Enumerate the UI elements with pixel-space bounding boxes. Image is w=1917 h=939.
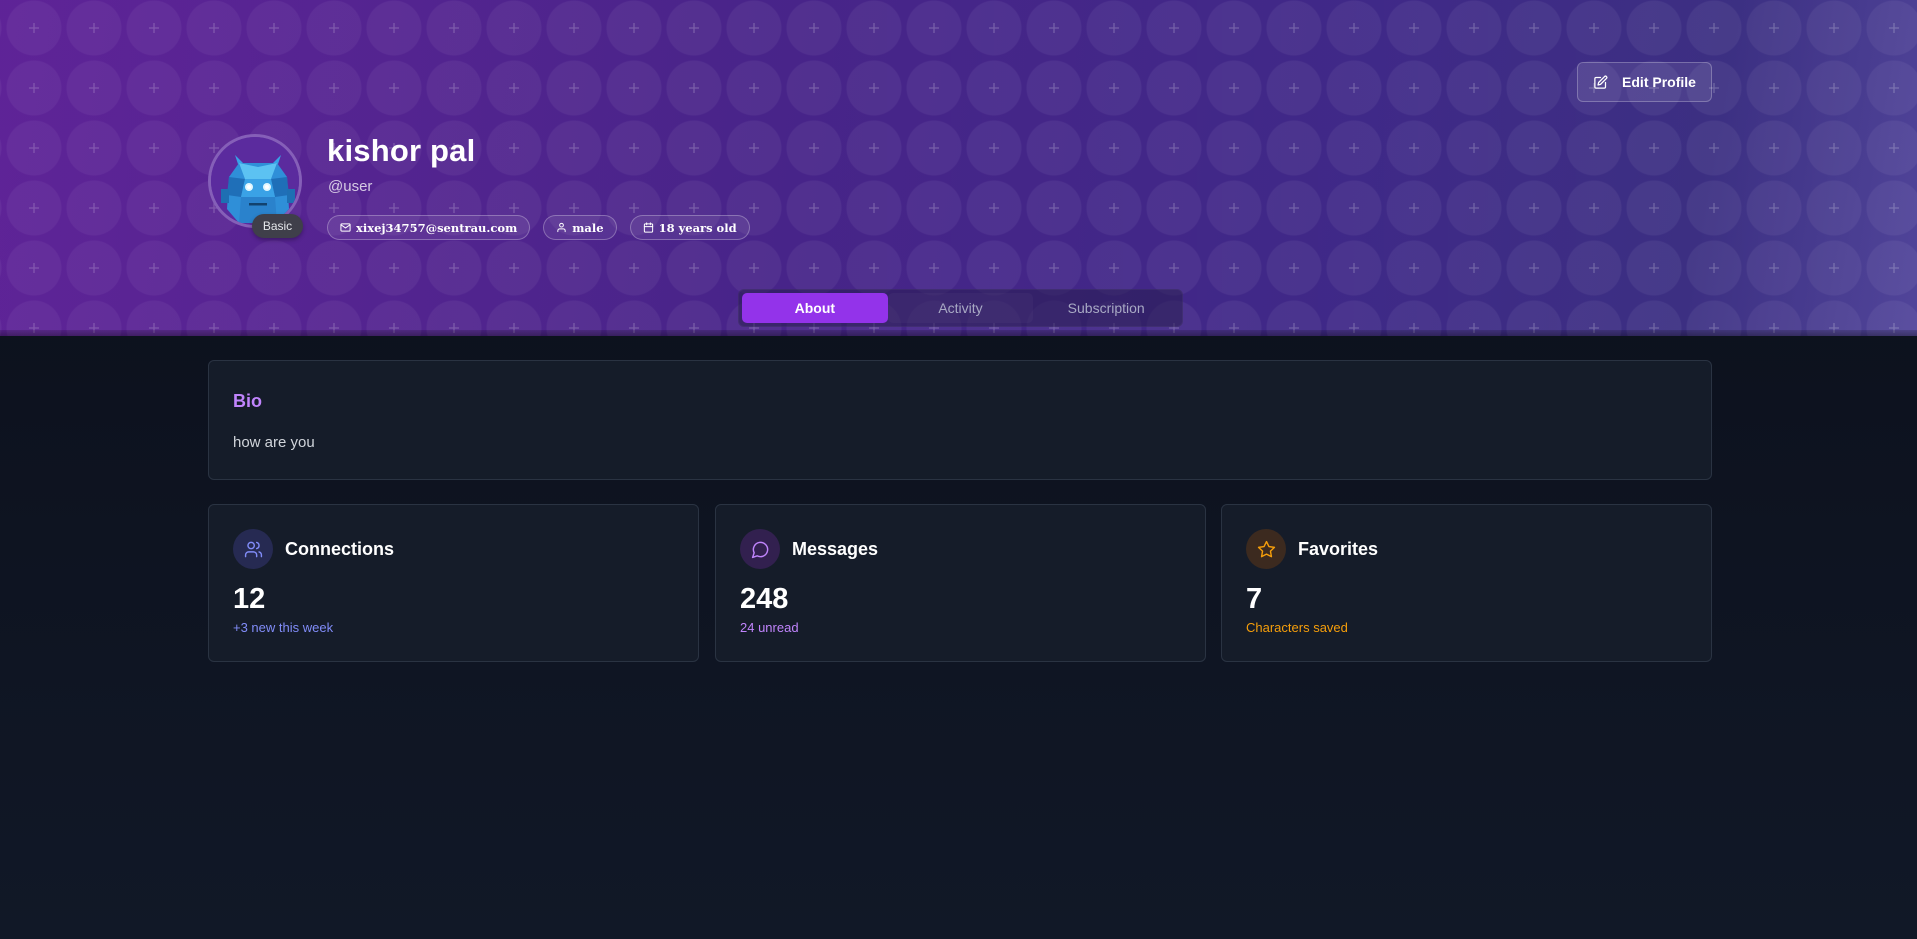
calendar-icon	[643, 222, 653, 233]
banner-edge	[0, 330, 1917, 336]
stat-label: Connections	[285, 539, 395, 559]
stat-subtext: +3 new this week	[233, 620, 334, 635]
user-icon	[557, 222, 566, 233]
gender-chip: male	[543, 215, 617, 240]
bio-text: how are you	[233, 434, 315, 451]
profile-handle: @user	[328, 178, 373, 195]
stat-subtext: 24 unread	[740, 620, 799, 635]
plan-badge: Basic	[252, 214, 303, 238]
mail-icon	[340, 223, 351, 232]
edit-icon	[1594, 75, 1608, 89]
stat-card-messages: Messages 248 24 unread	[715, 504, 1206, 662]
users-icon	[233, 529, 273, 569]
stat-subtext: Characters saved	[1246, 620, 1348, 635]
bio-title: Bio	[233, 391, 262, 411]
stat-label: Favorites	[1298, 539, 1379, 559]
profile-tabs: About Activity Subscription	[738, 289, 1183, 327]
profile-info-chips: xixej34757@sentrau.com male 18 years old	[327, 215, 750, 240]
tab-activity[interactable]: Activity	[888, 293, 1034, 323]
tab-about[interactable]: About	[742, 293, 888, 323]
email-value: xixej34757@sentrau.com	[356, 220, 518, 235]
edit-profile-button[interactable]: Edit Profile	[1577, 62, 1712, 102]
profile-name: kishor pal	[327, 133, 476, 168]
age-chip: 18 years old	[629, 215, 750, 240]
stat-card-favorites: Favorites 7 Characters saved	[1221, 504, 1712, 662]
stat-label: Messages	[792, 539, 879, 559]
stat-value: 7	[1246, 583, 1263, 615]
tab-subscription[interactable]: Subscription	[1033, 293, 1179, 323]
edit-profile-label: Edit Profile	[1622, 74, 1696, 90]
message-circle-icon	[740, 529, 780, 569]
age-value: 18 years old	[658, 220, 737, 235]
stat-value: 12	[233, 583, 266, 615]
stat-card-connections: Connections 12 +3 new this week	[208, 504, 699, 662]
gender-value: male	[572, 220, 604, 235]
bio-card: Bio how are you	[208, 360, 1712, 480]
email-chip: xixej34757@sentrau.com	[327, 215, 531, 240]
stat-value: 248	[740, 583, 789, 615]
star-icon	[1246, 529, 1286, 569]
